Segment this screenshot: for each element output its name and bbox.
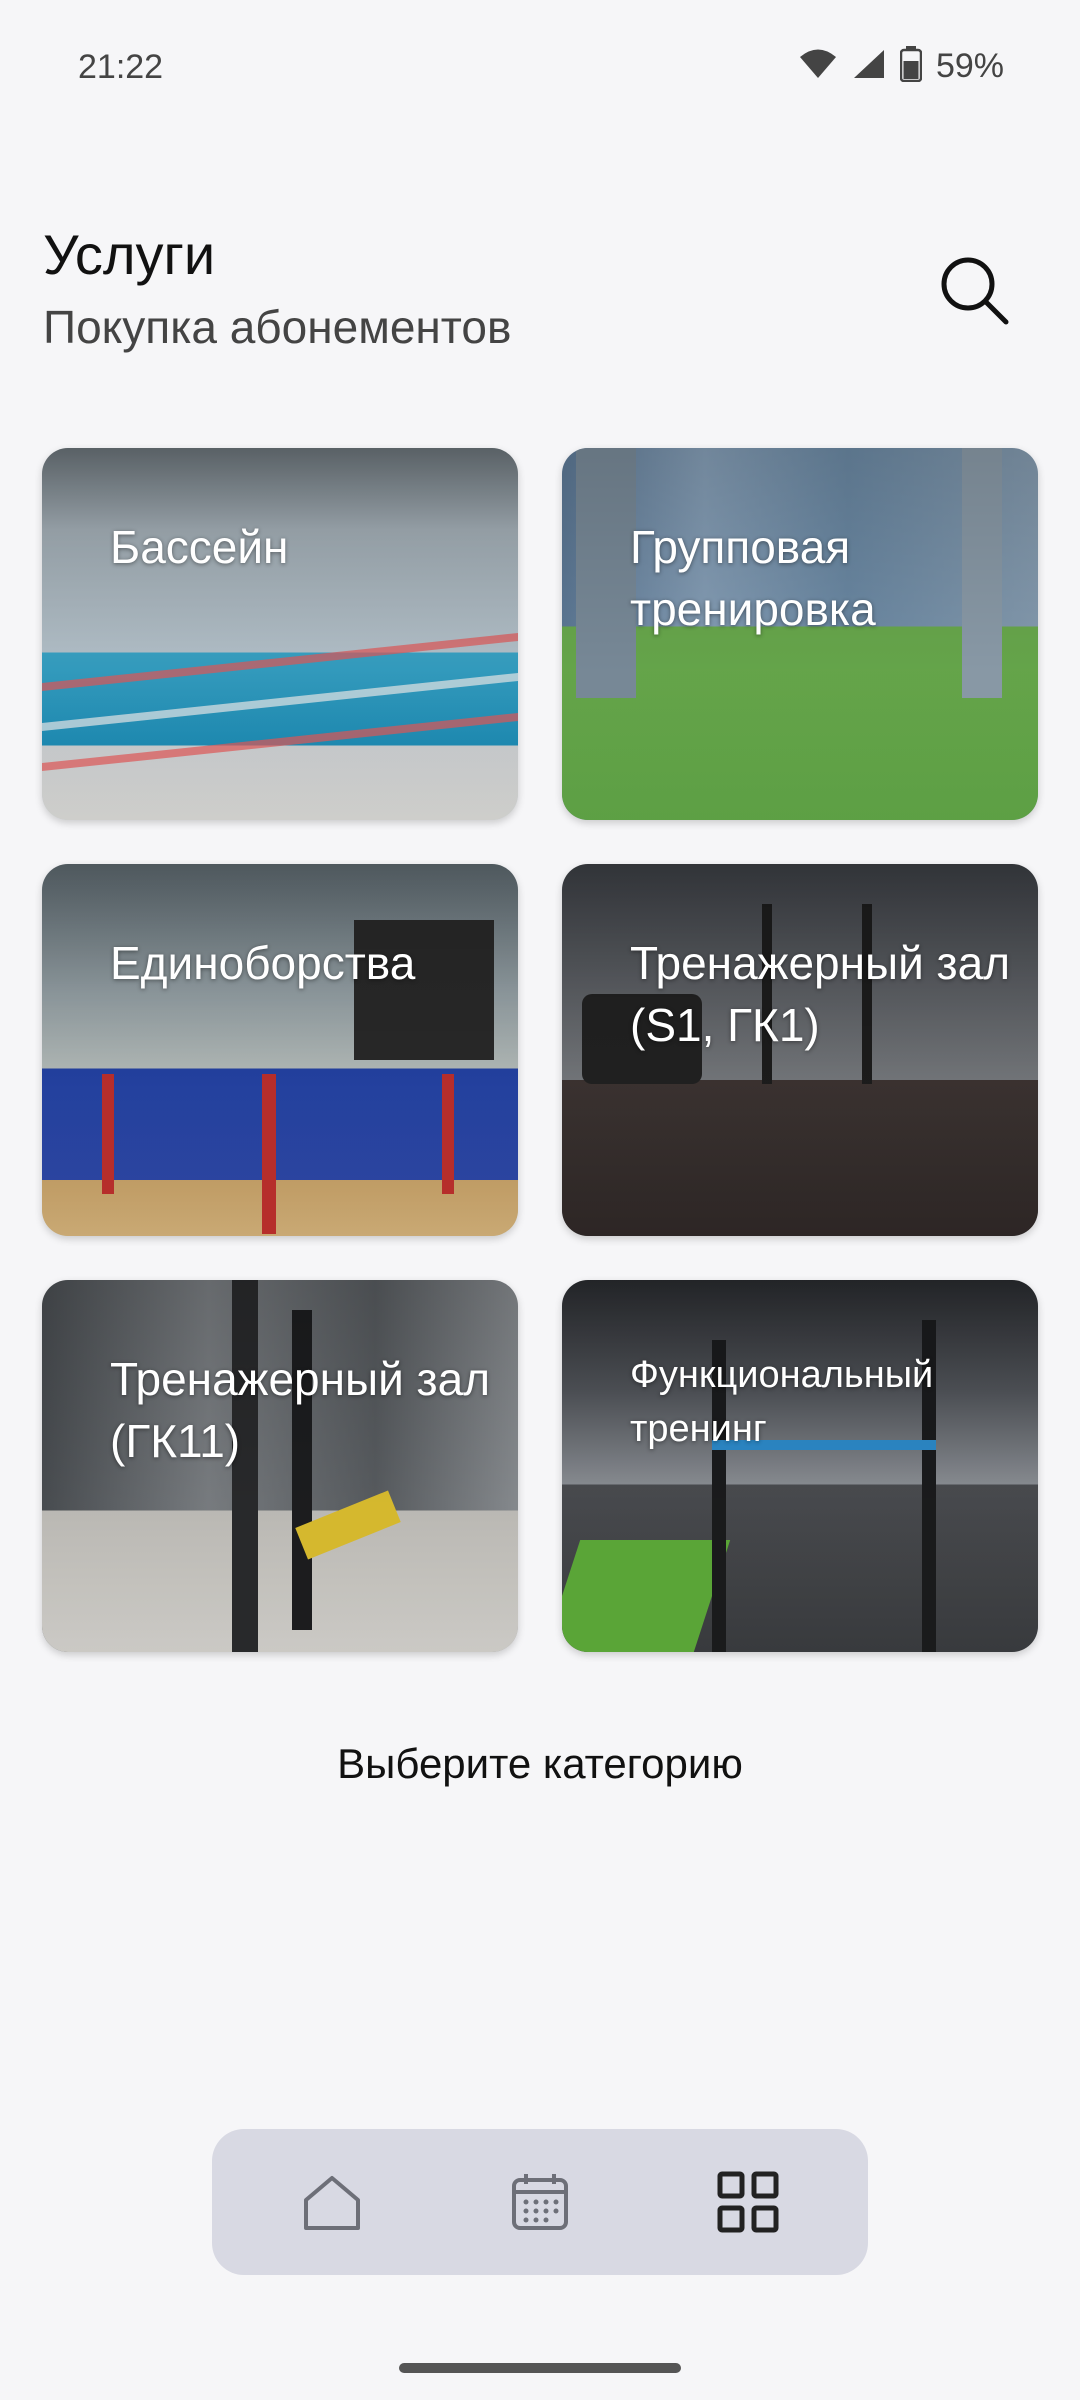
home-indicator[interactable]	[399, 2363, 681, 2373]
home-icon	[304, 2176, 360, 2230]
grid-icon	[717, 2171, 779, 2233]
page-subtitle: Покупка абонементов	[43, 301, 512, 353]
category-label: Бассейн	[110, 521, 289, 573]
category-label: Единоборства	[110, 937, 416, 989]
bottom-nav	[212, 2129, 868, 2275]
services-screen: 21:22 59% Услуги Покупка абонементов Бас…	[0, 0, 1080, 2400]
category-label: Групповая тренировка	[630, 521, 876, 635]
hint-text: Выберите категорию	[337, 1740, 743, 1787]
category-label: Функциональный тренинг	[630, 1354, 934, 1450]
nav-services-button[interactable]	[703, 2157, 793, 2247]
search-icon	[941, 257, 1009, 325]
category-label: Тренажерный зал (ГК11)	[110, 1353, 491, 1467]
signal-icon	[852, 48, 886, 85]
search-button[interactable]	[934, 250, 1016, 332]
wifi-icon	[798, 48, 838, 85]
category-card-functional-training[interactable]: Функциональный тренинг	[562, 1280, 1038, 1652]
category-card-gym-s1[interactable]: Тренажерный зал (S1, ГК1)	[562, 864, 1038, 1236]
nav-calendar-button[interactable]	[495, 2157, 585, 2247]
category-card-group-training[interactable]: Групповая тренировка	[562, 448, 1038, 820]
page-title: Услуги	[43, 223, 216, 286]
category-label: Тренажерный зал (S1, ГК1)	[630, 937, 1011, 1051]
status-icons: 59%	[798, 46, 1004, 87]
status-bar: 21:22 59%	[0, 0, 1080, 130]
category-card-pool[interactable]: Бассейн	[42, 448, 518, 820]
battery-icon	[899, 46, 923, 87]
nav-home-button[interactable]	[287, 2157, 377, 2247]
category-card-gym-gk11[interactable]: Тренажерный зал (ГК11)	[42, 1280, 518, 1652]
calendar-icon	[512, 2174, 568, 2230]
category-card-martial-arts[interactable]: Единоборства	[42, 864, 518, 1236]
status-time: 21:22	[78, 48, 164, 86]
battery-percent: 59%	[935, 47, 1004, 85]
